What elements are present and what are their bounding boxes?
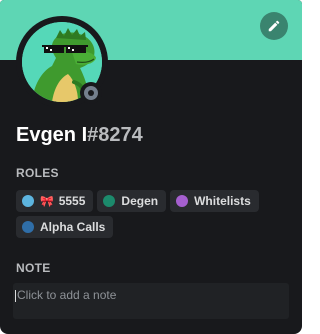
pencil-icon xyxy=(268,20,280,32)
username-discriminator: #8274 xyxy=(87,124,143,146)
status-indicator xyxy=(80,82,102,104)
role-5555[interactable]: 🎀 5555 xyxy=(16,190,94,212)
role-whitelists[interactable]: Whitelists xyxy=(170,190,259,212)
roles-list: 🎀 5555 Degen Whitelists Alpha Calls xyxy=(16,190,288,238)
username[interactable]: Evgen I#8274 xyxy=(16,124,143,147)
roles-heading: ROLES xyxy=(16,166,59,180)
role-color-dot[interactable] xyxy=(22,195,34,207)
text-cursor xyxy=(15,289,16,302)
role-color-dot[interactable] xyxy=(176,195,189,207)
username-name: Evgen I xyxy=(16,124,88,146)
role-color-dot[interactable] xyxy=(22,221,34,233)
role-color-dot[interactable] xyxy=(103,195,116,207)
user-profile-popout: Evgen I#8274 ROLES 🎀 5555 Degen Whitelis… xyxy=(0,0,302,334)
role-label: Alpha Calls xyxy=(40,220,106,234)
role-alpha-calls[interactable]: Alpha Calls xyxy=(16,216,114,238)
role-label: 5555 xyxy=(58,194,86,208)
role-label: Degen xyxy=(121,194,159,208)
bow-icon: 🎀 xyxy=(40,195,54,208)
edit-profile-button[interactable] xyxy=(260,12,288,40)
note-placeholder: Click to add a note xyxy=(17,288,117,302)
role-degen[interactable]: Degen xyxy=(97,190,167,212)
role-label: Whitelists xyxy=(194,194,251,208)
offline-status-icon xyxy=(84,86,98,100)
note-heading: NOTE xyxy=(16,261,51,275)
note-input[interactable]: Click to add a note xyxy=(13,283,289,319)
